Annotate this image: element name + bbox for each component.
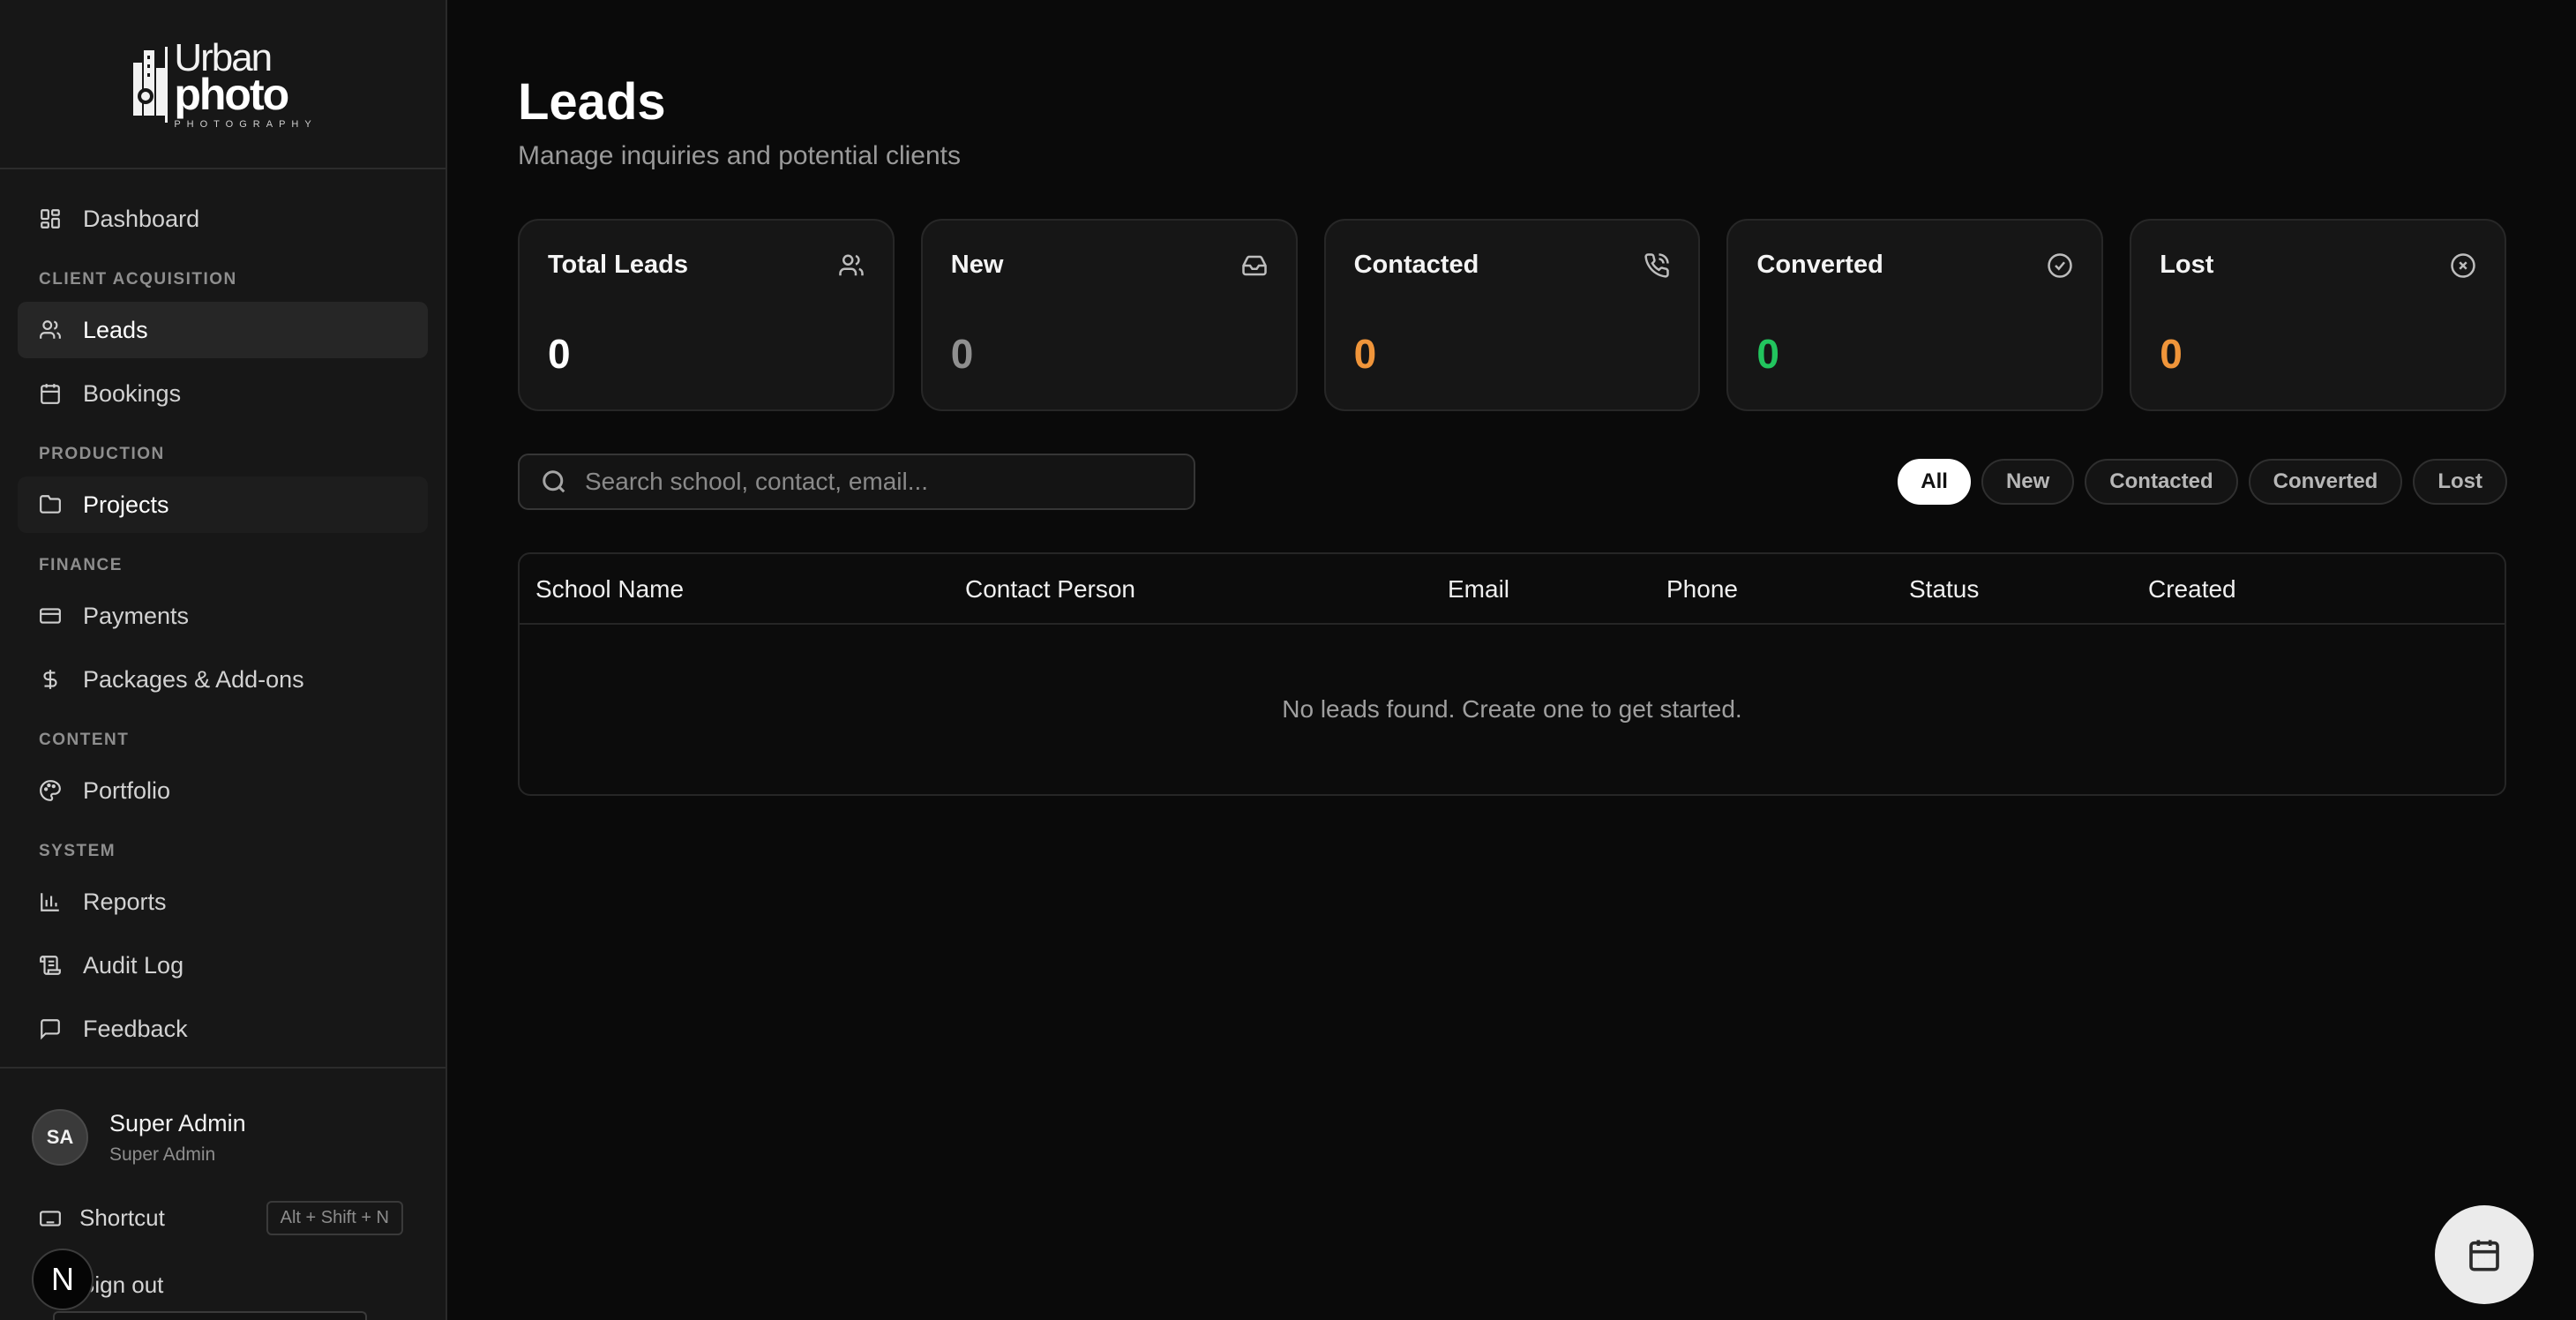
status-filters: All New Contacted Converted Lost <box>1898 459 2507 505</box>
stat-label: Contacted <box>1353 251 1479 279</box>
stat-card-lost: Lost 0 <box>2130 219 2506 411</box>
column-header-status[interactable]: Status <box>1909 575 1979 604</box>
sidebar-item-packages[interactable]: Packages & Add-ons <box>18 651 428 708</box>
user-name: Super Admin <box>109 1109 246 1136</box>
bar-chart-icon <box>41 893 59 911</box>
column-header-contact-person[interactable]: Contact Person <box>965 575 1135 604</box>
sidebar-item-audit-log[interactable]: Audit Log <box>18 937 428 994</box>
page-subtitle: Manage inquiries and potential clients <box>518 141 961 170</box>
sidebar-item-label: Dashboard <box>83 205 200 232</box>
sidebar-item-projects[interactable]: Projects <box>18 476 428 533</box>
page-title: Leads <box>518 73 666 131</box>
sidebar-nav: Dashboard CLIENT ACQUISITION Leads Booki… <box>0 169 446 1057</box>
stat-value: 0 <box>1353 331 1377 377</box>
section-title-production: PRODUCTION <box>39 445 165 463</box>
calendar-icon <box>2469 1240 2499 1271</box>
toast-edge <box>53 1311 367 1320</box>
grid-icon <box>41 209 60 229</box>
message-icon <box>41 1019 60 1040</box>
shortcut-button[interactable]: Shortcut Alt + Shift + N <box>39 1201 403 1235</box>
leads-table: School Name Contact Person Email Phone S… <box>518 552 2506 796</box>
sidebar-item-leads[interactable]: Leads <box>18 302 428 358</box>
sidebar-item-label: Portfolio <box>83 776 171 804</box>
stat-label: Total Leads <box>548 251 688 279</box>
stat-value: 0 <box>2160 331 2183 377</box>
search-input[interactable] <box>585 468 1158 496</box>
logo-area: Urban photo PHOTOGRAPHY <box>0 0 446 169</box>
stat-label: New <box>950 251 1004 279</box>
filter-new[interactable]: New <box>1981 459 2075 505</box>
stat-card-total-leads: Total Leads 0 <box>518 219 895 411</box>
palette-icon <box>40 780 61 801</box>
stat-value: 0 <box>548 331 571 377</box>
section-title-finance: FINANCE <box>39 556 123 574</box>
empty-state-message: No leads found. Create one to get starte… <box>1282 695 1742 723</box>
section-title-client-acquisition: CLIENT ACQUISITION <box>39 270 237 289</box>
users-icon <box>40 320 61 339</box>
search-icon <box>543 470 565 493</box>
sidebar: Urban photo PHOTOGRAPHY Dashboard CLIENT… <box>0 0 447 1320</box>
column-header-created[interactable]: Created <box>2148 575 2236 604</box>
stat-label: Converted <box>1756 251 1883 279</box>
sidebar-item-feedback[interactable]: Feedback <box>18 1001 428 1057</box>
sidebar-item-label: Feedback <box>83 1015 188 1042</box>
search-box <box>518 454 1195 510</box>
shortcut-label: Shortcut <box>79 1204 165 1231</box>
stats-cards: Total Leads 0 New 0 Contacted 0 Converte… <box>518 219 2506 411</box>
sidebar-item-label: Audit Log <box>83 951 184 979</box>
sidebar-item-label: Bookings <box>83 379 182 407</box>
filter-all[interactable]: All <box>1898 459 1971 505</box>
inbox-icon <box>1241 255 1267 276</box>
calendar-icon <box>41 384 60 404</box>
sidebar-item-portfolio[interactable]: Portfolio <box>18 762 428 819</box>
stat-value: 0 <box>1756 331 1779 377</box>
dev-tools-badge[interactable]: N <box>32 1249 94 1310</box>
users-icon <box>839 254 864 276</box>
scroll-icon <box>40 956 61 975</box>
stat-card-new: New 0 <box>920 219 1298 411</box>
sidebar-item-bookings[interactable]: Bookings <box>18 365 428 422</box>
sidebar-item-payments[interactable]: Payments <box>18 588 428 644</box>
building-logo-icon <box>133 47 168 123</box>
folder-icon <box>40 495 61 514</box>
keyboard-icon <box>40 1210 61 1226</box>
calendar-fab-button[interactable] <box>2435 1205 2534 1304</box>
column-header-phone[interactable]: Phone <box>1666 575 1738 604</box>
shortcut-keys: Alt + Shift + N <box>266 1201 403 1235</box>
brand-line3: PHOTOGRAPHY <box>174 118 318 130</box>
sidebar-item-dashboard[interactable]: Dashboard <box>18 191 428 247</box>
section-title-content: CONTENT <box>39 731 130 749</box>
sidebar-item-label: Payments <box>83 602 190 629</box>
section-title-system: SYSTEM <box>39 842 116 860</box>
sidebar-item-label: Projects <box>83 491 169 518</box>
stat-label: Lost <box>2160 251 2214 279</box>
check-circle-icon <box>2048 253 2072 278</box>
stat-card-contacted: Contacted 0 <box>1323 219 1701 411</box>
sidebar-item-label: Packages & Add-ons <box>83 665 304 693</box>
sidebar-item-label: Reports <box>83 888 167 915</box>
x-circle-icon <box>2451 253 2475 278</box>
column-header-email[interactable]: Email <box>1448 575 1509 604</box>
sidebar-item-reports[interactable]: Reports <box>18 874 428 930</box>
stat-value: 0 <box>950 331 974 377</box>
avatar: SA <box>32 1109 88 1166</box>
brand-line2: photo <box>174 69 289 119</box>
filter-contacted[interactable]: Contacted <box>2085 459 2238 505</box>
dollar-icon <box>43 670 57 689</box>
table-header: School Name Contact Person Email Phone S… <box>520 554 2505 625</box>
brand-logo[interactable]: Urban photo PHOTOGRAPHY <box>128 38 318 130</box>
sidebar-item-label: Leads <box>83 316 148 343</box>
user-role: Super Admin <box>109 1144 216 1165</box>
stat-card-converted: Converted 0 <box>1726 219 2104 411</box>
phone-call-icon <box>1644 253 1670 278</box>
main-content: Leads Manage inquiries and potential cli… <box>447 0 2576 1320</box>
filter-lost[interactable]: Lost <box>2413 459 2507 505</box>
credit-card-icon <box>40 608 61 624</box>
filter-converted[interactable]: Converted <box>2248 459 2403 505</box>
user-profile[interactable]: SA Super Admin Super Admin <box>0 1069 446 1166</box>
column-header-school-name[interactable]: School Name <box>535 575 684 604</box>
